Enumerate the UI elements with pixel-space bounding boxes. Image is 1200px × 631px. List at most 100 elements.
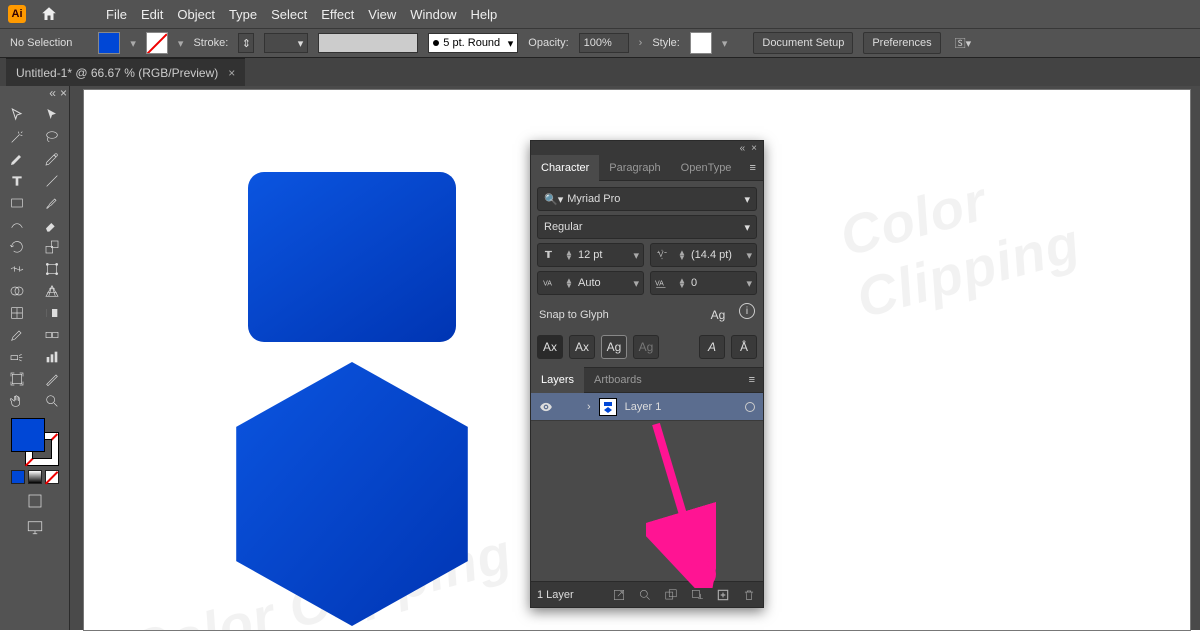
layer-name[interactable]: Layer 1 — [625, 401, 662, 413]
panel-menu-icon[interactable]: ≡ — [741, 155, 763, 181]
hand-tool[interactable] — [0, 390, 35, 412]
clipping-mask-icon[interactable] — [663, 587, 679, 603]
glyph-snap-proximity[interactable]: Ag — [633, 335, 659, 359]
menu-effect[interactable]: Effect — [321, 7, 354, 22]
expand-layer-icon[interactable]: › — [587, 401, 591, 413]
curvature-tool[interactable] — [35, 148, 70, 170]
menu-edit[interactable]: Edit — [141, 7, 163, 22]
glyph-snap-baseline[interactable]: Ax — [537, 335, 563, 359]
shape-builder-tool[interactable] — [0, 280, 35, 302]
new-sublayer-icon[interactable] — [689, 587, 705, 603]
menu-object[interactable]: Object — [177, 7, 215, 22]
var-width-profile[interactable] — [318, 33, 418, 53]
symbol-sprayer-tool[interactable] — [0, 346, 35, 368]
layers-panel-menu-icon[interactable]: ≡ — [741, 367, 763, 393]
document-tab[interactable]: Untitled-1* @ 66.67 % (RGB/Preview) × — [6, 58, 245, 86]
rectangle-tool[interactable] — [0, 192, 35, 214]
tab-artboards[interactable]: Artboards — [584, 367, 652, 393]
blend-tool[interactable] — [35, 324, 70, 346]
scale-tool[interactable] — [35, 236, 70, 258]
zoom-tool[interactable] — [35, 390, 70, 412]
opacity-flyout-icon[interactable]: › — [639, 37, 643, 49]
width-tool[interactable] — [0, 258, 35, 280]
color-mode-gradient[interactable] — [28, 470, 42, 484]
screen-mode-icon[interactable] — [26, 518, 44, 536]
visibility-icon[interactable] — [539, 400, 553, 414]
slice-tool[interactable] — [35, 368, 70, 390]
fill-color-box[interactable] — [11, 418, 45, 452]
mesh-tool[interactable] — [0, 302, 35, 324]
line-tool[interactable] — [35, 170, 70, 192]
tab-layers[interactable]: Layers — [531, 367, 584, 393]
leading-control[interactable]: ▲▼ (14.4 pt) ▾ — [650, 243, 757, 267]
snap-info-icon[interactable]: i — [739, 303, 755, 319]
perspective-grid-tool[interactable] — [35, 280, 70, 302]
layer-row[interactable]: › Layer 1 — [531, 393, 763, 421]
shaper-tool[interactable] — [0, 214, 35, 236]
artboard-tool[interactable] — [0, 368, 35, 390]
rounded-rectangle-shape[interactable] — [248, 172, 456, 342]
tab-opentype[interactable]: OpenType — [671, 155, 742, 181]
gradient-tool[interactable] — [35, 302, 70, 324]
eyedropper-tool[interactable] — [0, 324, 35, 346]
rotate-tool[interactable] — [0, 236, 35, 258]
stroke-swatch[interactable] — [146, 32, 168, 54]
snap-glyph-ag-icon[interactable]: Ag — [705, 303, 731, 327]
font-size-control[interactable]: ▲▼ 12 pt ▾ — [537, 243, 644, 267]
tab-character[interactable]: Character — [531, 155, 599, 181]
direct-selection-tool[interactable] — [35, 104, 70, 126]
layer-export-icon[interactable] — [611, 587, 627, 603]
style-swatch[interactable] — [690, 32, 712, 54]
tools-collapse-icon[interactable]: « — [49, 86, 56, 100]
fill-swatch[interactable] — [98, 32, 120, 54]
panel-close-icon[interactable]: × — [751, 143, 757, 154]
brush-combo[interactable]: 5 pt. Round ▾ — [428, 33, 518, 53]
hexagon-shape[interactable] — [236, 362, 468, 626]
color-mode-none[interactable] — [45, 470, 59, 484]
new-layer-icon[interactable] — [715, 587, 731, 603]
menu-help[interactable]: Help — [470, 7, 497, 22]
glyph-snap-bounds[interactable]: Ag — [601, 335, 627, 359]
home-icon[interactable] — [40, 5, 58, 23]
menu-select[interactable]: Select — [271, 7, 307, 22]
panel-collapse-icon[interactable]: « — [740, 143, 746, 154]
kerning-control[interactable]: VA ▲▼ Auto ▾ — [537, 271, 644, 295]
locate-object-icon[interactable] — [637, 587, 653, 603]
tools-close-icon[interactable]: × — [60, 86, 67, 100]
color-mode-solid[interactable] — [11, 470, 25, 484]
magic-wand-tool[interactable] — [0, 126, 35, 148]
paintbrush-tool[interactable] — [35, 192, 70, 214]
menu-file[interactable]: File — [106, 7, 127, 22]
style-dd-icon[interactable]: ▾ — [722, 37, 728, 50]
font-family-combo[interactable]: 🔍▾Myriad Pro ▾ — [537, 187, 757, 211]
tab-paragraph[interactable]: Paragraph — [599, 155, 670, 181]
align-flyout-icon[interactable]: 🅂▾ — [955, 35, 972, 51]
glyph-snap-anchor[interactable]: Å — [731, 335, 757, 359]
stroke-weight-dd[interactable]: ▾ — [264, 33, 308, 53]
column-graph-tool[interactable] — [35, 346, 70, 368]
draw-mode-icon[interactable] — [26, 492, 44, 510]
glyph-snap-angular[interactable]: A — [699, 335, 725, 359]
stroke-weight-combo[interactable]: ⇕ — [238, 33, 254, 53]
tracking-control[interactable]: VA ▲▼ 0 ▾ — [650, 271, 757, 295]
selection-tool[interactable] — [0, 104, 35, 126]
preferences-button[interactable]: Preferences — [863, 32, 940, 54]
document-setup-button[interactable]: Document Setup — [753, 32, 853, 54]
layer-target-icon[interactable] — [745, 402, 755, 412]
close-tab-icon[interactable]: × — [228, 66, 235, 80]
free-transform-tool[interactable] — [35, 258, 70, 280]
menu-type[interactable]: Type — [229, 7, 257, 22]
type-tool[interactable] — [0, 170, 35, 192]
eraser-tool[interactable] — [35, 214, 70, 236]
font-style-combo[interactable]: Regular ▾ — [537, 215, 757, 239]
pen-tool[interactable] — [0, 148, 35, 170]
lasso-tool[interactable] — [35, 126, 70, 148]
menu-view[interactable]: View — [368, 7, 396, 22]
opacity-combo[interactable]: 100% — [579, 33, 629, 53]
stroke-dd-icon[interactable]: ▾ — [178, 37, 184, 50]
menu-window[interactable]: Window — [410, 7, 456, 22]
fill-stroke-control[interactable] — [11, 418, 59, 466]
delete-layer-icon[interactable] — [741, 587, 757, 603]
glyph-snap-xheight[interactable]: Ax — [569, 335, 595, 359]
fill-dd-icon[interactable]: ▾ — [130, 37, 136, 50]
